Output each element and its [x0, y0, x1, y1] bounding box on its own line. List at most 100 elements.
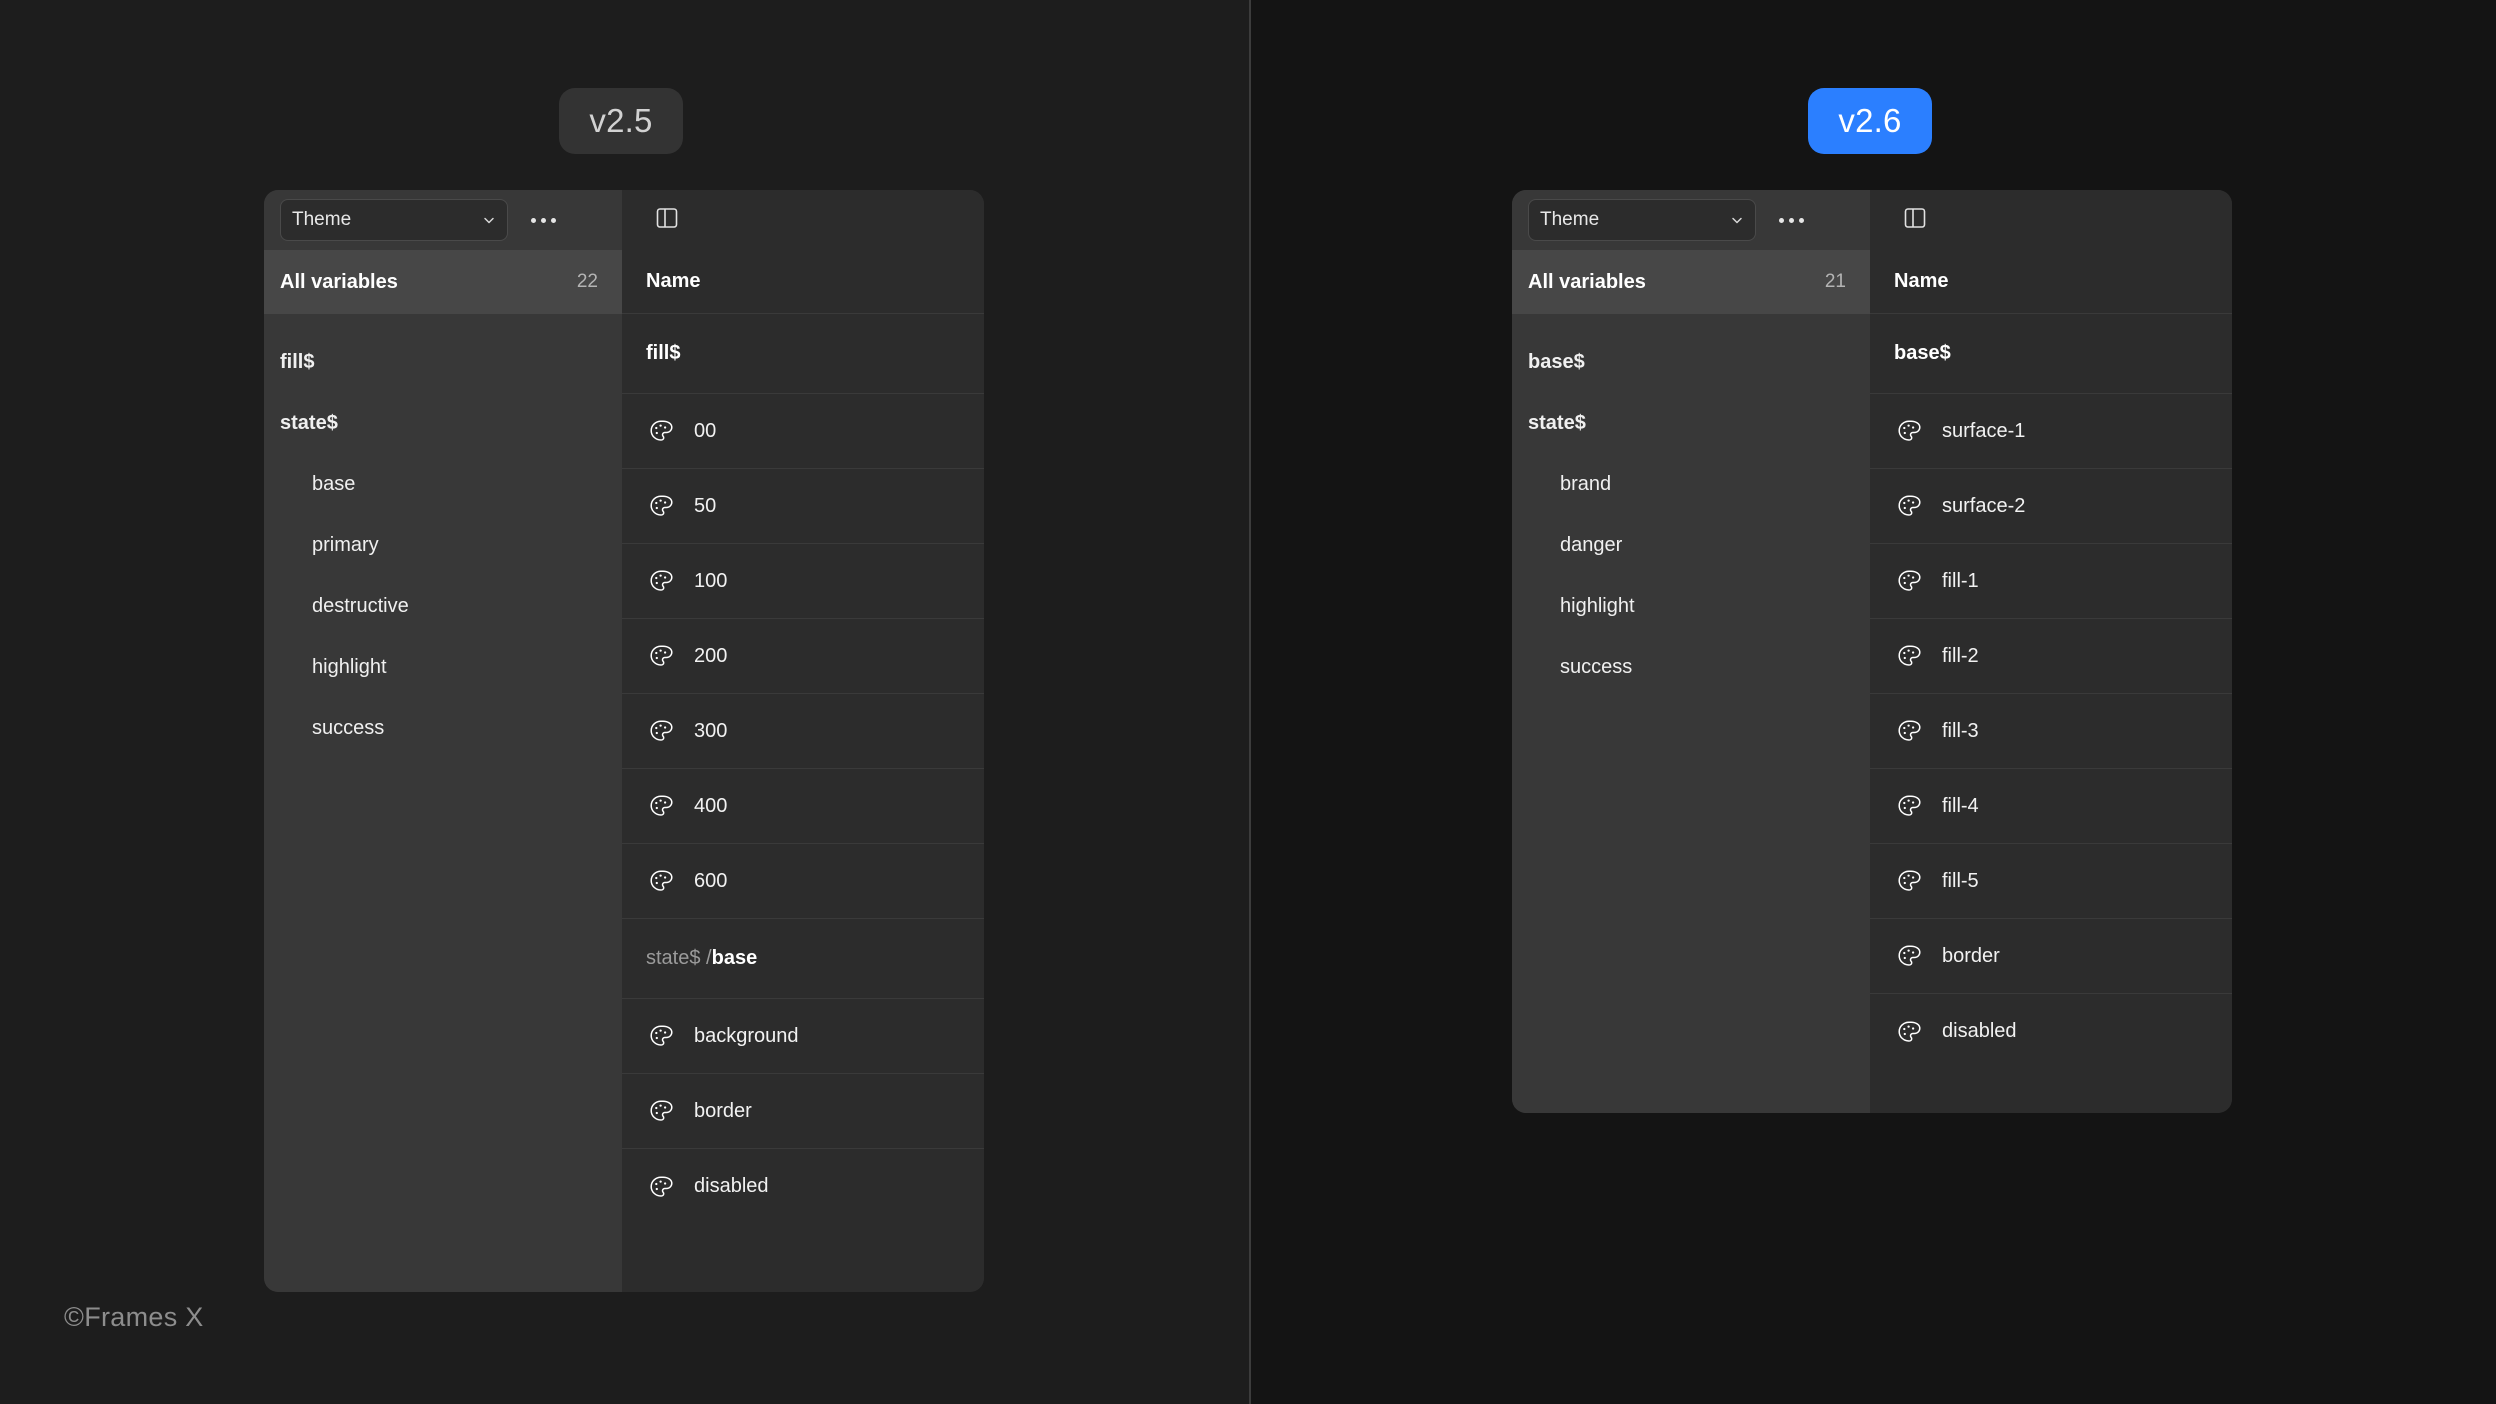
- sidebar-item-base[interactable]: base: [264, 454, 622, 515]
- variable-rows-old: fill$ 00 50 100 200 300 400 600 state$ /…: [622, 314, 984, 1292]
- group-row-label: fill$: [646, 342, 681, 364]
- theme-select-value-old: Theme: [292, 209, 352, 230]
- sidebar-item-base[interactable]: base$: [1512, 332, 1870, 393]
- table-row[interactable]: 50: [622, 469, 984, 544]
- more-options-button-new[interactable]: [1770, 199, 1812, 241]
- panel-layout-icon: [1902, 205, 1928, 236]
- sidebar-item-danger[interactable]: danger: [1512, 515, 1870, 576]
- palette-icon: [648, 643, 674, 669]
- sidebar-item-highlight[interactable]: highlight: [1512, 576, 1870, 637]
- palette-icon: [1896, 718, 1922, 744]
- table-row[interactable]: 300: [622, 694, 984, 769]
- table-row-name: fill-2: [1942, 644, 1979, 667]
- version-badge-new: v2.6: [1808, 88, 1932, 154]
- table-row[interactable]: fill-5: [1870, 844, 2232, 919]
- table-row[interactable]: border: [1870, 919, 2232, 994]
- table-row[interactable]: surface-1: [1870, 394, 2232, 469]
- table-row-name: background: [694, 1024, 799, 1047]
- theme-select-value-new: Theme: [1540, 209, 1600, 230]
- sidebar-group-list-new: base$ state$ brand danger highlight succ…: [1512, 314, 1870, 1113]
- sidebar-item-success[interactable]: success: [1512, 637, 1870, 698]
- theme-select-old[interactable]: Theme: [280, 199, 508, 241]
- all-variables-label-new: All variables: [1528, 270, 1646, 293]
- table-row[interactable]: border: [622, 1074, 984, 1149]
- sidebar-item-state[interactable]: state$: [1512, 393, 1870, 454]
- table-row[interactable]: fill-3: [1870, 694, 2232, 769]
- chevron-down-icon: [1730, 213, 1744, 227]
- group-row: base$: [1870, 314, 2232, 394]
- all-variables-header-old[interactable]: All variables 22: [264, 250, 622, 314]
- palette-icon: [1896, 418, 1922, 444]
- table-row-name: 600: [694, 869, 728, 892]
- sidebar-toolbar-new: Theme: [1512, 190, 1870, 250]
- table-row[interactable]: disabled: [1870, 994, 2232, 1069]
- sidebar-group-list-old: fill$ state$ base primary destructive hi…: [264, 314, 622, 1292]
- sidebar-item-state[interactable]: state$: [264, 393, 622, 454]
- palette-icon: [648, 568, 674, 594]
- group-row-prefix: state$ /: [646, 947, 712, 969]
- table-row-name: 100: [694, 569, 728, 592]
- table-row[interactable]: 00: [622, 394, 984, 469]
- palette-icon: [648, 1023, 674, 1049]
- all-variables-count-old: 22: [576, 271, 598, 292]
- chevron-down-icon: [482, 213, 496, 227]
- table-row[interactable]: 400: [622, 769, 984, 844]
- group-row: fill$: [622, 314, 984, 394]
- table-row[interactable]: surface-2: [1870, 469, 2232, 544]
- table-row-name: 50: [694, 494, 717, 517]
- table-row-name: 00: [694, 419, 717, 442]
- table-row-name: fill-3: [1942, 719, 1979, 742]
- sidebar-item-fill[interactable]: fill$: [264, 332, 622, 393]
- panel-table-old: Name fill$ 00 50 100 200 300 400 600 sta…: [622, 190, 984, 1292]
- table-row-name: border: [694, 1099, 752, 1122]
- dot-icon: [1798, 217, 1804, 223]
- palette-icon: [648, 718, 674, 744]
- dot-icon: [530, 217, 536, 223]
- dot-icon: [1788, 217, 1794, 223]
- panel-table-new: Name base$ surface-1 surface-2 fill-1 fi…: [1870, 190, 2232, 1113]
- palette-icon: [1896, 793, 1922, 819]
- table-toolbar-new: [1870, 190, 2232, 250]
- variables-panel-new: Theme All variables 21 base$ state$ bran…: [1512, 190, 2232, 1113]
- column-name-label-old: Name: [646, 270, 701, 292]
- table-row[interactable]: 200: [622, 619, 984, 694]
- table-row[interactable]: fill-4: [1870, 769, 2232, 844]
- palette-icon: [648, 418, 674, 444]
- table-row[interactable]: fill-2: [1870, 619, 2232, 694]
- table-row-name: fill-4: [1942, 794, 1979, 817]
- table-row[interactable]: fill-1: [1870, 544, 2232, 619]
- panel-layout-icon: [654, 205, 680, 236]
- layout-toggle-button-new[interactable]: [1894, 199, 1936, 241]
- palette-icon: [1896, 643, 1922, 669]
- palette-icon: [1896, 1019, 1922, 1045]
- table-row[interactable]: background: [622, 999, 984, 1074]
- variables-panel-old: Theme All variables 22 fill$ state$ base: [264, 190, 984, 1292]
- dot-icon: [550, 217, 556, 223]
- watermark: ©Frames X: [64, 1302, 204, 1332]
- table-row[interactable]: disabled: [622, 1149, 984, 1224]
- dot-icon: [540, 217, 546, 223]
- sidebar-item-destructive[interactable]: destructive: [264, 576, 622, 637]
- sidebar-item-primary[interactable]: primary: [264, 515, 622, 576]
- version-badge-old: v2.5: [559, 88, 683, 154]
- sidebar-item-highlight[interactable]: highlight: [264, 637, 622, 698]
- table-row-name: surface-1: [1942, 419, 2026, 442]
- palette-icon: [1896, 493, 1922, 519]
- palette-icon: [648, 793, 674, 819]
- sidebar-item-success[interactable]: success: [264, 698, 622, 759]
- dot-icon: [1778, 217, 1784, 223]
- table-row[interactable]: 100: [622, 544, 984, 619]
- all-variables-header-new[interactable]: All variables 21: [1512, 250, 1870, 314]
- theme-select-new[interactable]: Theme: [1528, 199, 1756, 241]
- more-options-button-old[interactable]: [522, 199, 564, 241]
- table-row-name: disabled: [1942, 1020, 2017, 1042]
- sidebar-toolbar-old: Theme: [264, 190, 622, 250]
- table-row[interactable]: 600: [622, 844, 984, 919]
- layout-toggle-button-old[interactable]: [646, 199, 688, 241]
- table-column-header-new: Name: [1870, 250, 2232, 314]
- table-column-header-old: Name: [622, 250, 984, 314]
- panel-sidebar-old: Theme All variables 22 fill$ state$ base: [264, 190, 622, 1292]
- table-row-name: 200: [694, 644, 728, 667]
- table-row-name: border: [1942, 944, 2000, 967]
- sidebar-item-brand[interactable]: brand: [1512, 454, 1870, 515]
